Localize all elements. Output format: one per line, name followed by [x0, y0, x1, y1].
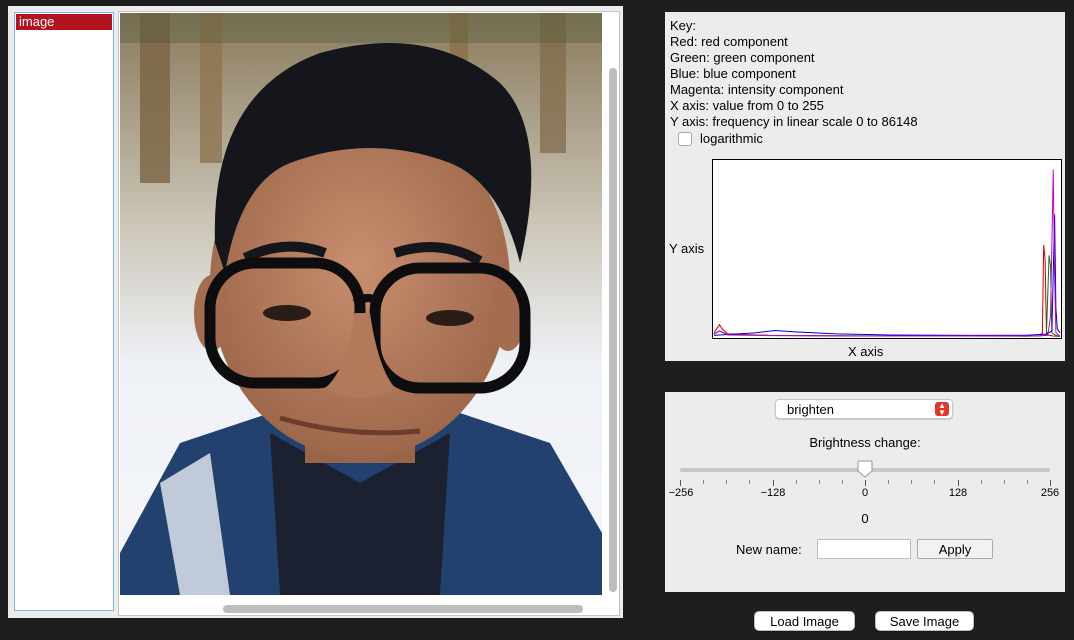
horizontal-scrollbar[interactable] [223, 605, 583, 613]
histogram-plot [712, 159, 1062, 339]
tick-label: −128 [760, 487, 786, 499]
key-y-axis: Y axis: frequency in linear scale 0 to 8… [670, 114, 918, 129]
tick-label: 128 [948, 487, 968, 499]
slider-tick [726, 480, 728, 484]
slider-tick [795, 480, 797, 484]
slider-tick [1026, 480, 1028, 484]
key-green: Green: green component [670, 50, 815, 65]
key-x-axis: X axis: value from 0 to 255 [670, 98, 824, 113]
slider-value: 0 [861, 511, 869, 526]
slider-tick [888, 480, 890, 484]
x-axis-label: X axis [848, 344, 884, 359]
histogram-key: Key: Red: red component Green: green com… [670, 18, 918, 130]
image-viewer[interactable] [118, 11, 620, 616]
key-magenta: Magenta: intensity component [670, 82, 844, 97]
select-arrows-icon: ▲ ▼ [935, 402, 949, 417]
photo [120, 13, 602, 595]
tick-label: 256 [1040, 487, 1060, 499]
red-series-line [713, 245, 1061, 337]
slider-tick [865, 480, 866, 486]
tick-label: 0 [861, 487, 869, 499]
brightness-slider-thumb[interactable] [857, 460, 873, 478]
slider-ticks [680, 480, 1052, 486]
filter-panel: brighten ▲ ▼ Brightness change: −256 −128… [665, 392, 1065, 592]
slider-tick [934, 480, 936, 484]
image-list[interactable]: image [14, 12, 114, 611]
new-name-input[interactable] [817, 539, 911, 559]
slider-tick [1003, 480, 1005, 484]
list-item[interactable]: image [16, 14, 112, 30]
histogram-panel: Key: Red: red component Green: green com… [665, 12, 1065, 361]
save-image-button[interactable]: Save Image [875, 611, 974, 631]
logarithmic-option[interactable]: logarithmic [678, 131, 763, 146]
blue-series-line [713, 214, 1061, 336]
logarithmic-checkbox[interactable] [678, 131, 692, 146]
logarithmic-label: logarithmic [700, 131, 763, 146]
slider-tick [980, 480, 982, 484]
magenta-series-line [713, 169, 1061, 337]
vertical-scrollbar[interactable] [609, 68, 617, 592]
slider-tick [841, 480, 843, 484]
load-image-button[interactable]: Load Image [754, 611, 855, 631]
filter-select[interactable]: brighten ▲ ▼ [775, 399, 953, 419]
image-panel: image [8, 6, 623, 618]
slider-tick [749, 480, 751, 484]
slider-tick [818, 480, 820, 484]
slider-tick [680, 480, 681, 486]
filter-select-value: brighten [787, 402, 834, 417]
key-red: Red: red component [670, 34, 788, 49]
slider-tick [957, 480, 959, 486]
key-blue: Blue: blue component [670, 66, 796, 81]
apply-button[interactable]: Apply [917, 539, 993, 559]
green-series-line [713, 255, 1061, 337]
key-title: Key: [670, 18, 697, 33]
slider-tick [772, 480, 774, 486]
y-axis-label: Y axis [669, 241, 705, 256]
new-name-label: New name: [736, 542, 802, 557]
brightness-label: Brightness change: [809, 435, 921, 450]
tick-label: −256 [668, 487, 694, 499]
slider-tick [911, 480, 913, 484]
slider-tick [1050, 480, 1051, 486]
slider-tick [703, 480, 705, 484]
